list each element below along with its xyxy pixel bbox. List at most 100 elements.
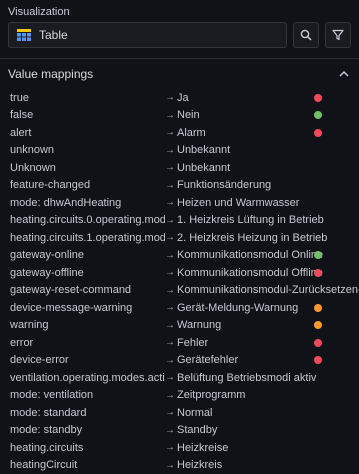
visualization-section: Visualization Table xyxy=(0,0,359,58)
arrow-right-icon: → xyxy=(165,355,177,366)
mapping-row: heating.circuits.0.operating.modes.activ… xyxy=(10,212,359,230)
mapping-row: mode: standby→Standby xyxy=(10,422,359,440)
mapping-to: Alarm xyxy=(177,127,359,139)
mapping-to: Fehler xyxy=(177,337,359,349)
mapping-to: Kommunikationsmodul-Zurücksetzen-Befehl xyxy=(177,284,359,296)
mapping-from: ventilation.operating.modes.active xyxy=(10,372,165,384)
arrow-right-icon: → xyxy=(165,302,177,313)
mapping-to: Ja xyxy=(177,92,359,104)
arrow-right-icon: → xyxy=(165,407,177,418)
arrow-right-icon: → xyxy=(165,197,177,208)
table-icon xyxy=(17,29,31,41)
color-indicator[interactable] xyxy=(314,304,322,312)
mapping-row: heatingCircuit→Heizkreis xyxy=(10,457,359,474)
arrow-right-icon: → xyxy=(165,250,177,261)
filter-button[interactable] xyxy=(325,22,351,48)
arrow-right-icon: → xyxy=(165,425,177,436)
arrow-right-icon: → xyxy=(165,460,177,471)
mapping-from: mode: dhwAndHeating xyxy=(10,197,165,209)
mapping-to: Normal xyxy=(177,407,359,419)
search-icon xyxy=(300,29,312,41)
visualization-row: Table xyxy=(8,22,351,48)
mapping-row: alert→Alarm xyxy=(10,124,359,142)
search-button[interactable] xyxy=(293,22,319,48)
mapping-to: Heizkreis xyxy=(177,459,359,471)
mapping-to: Standby xyxy=(177,424,359,436)
mapping-to: Heizkreise xyxy=(177,442,359,454)
mapping-to: Unbekannt xyxy=(177,144,359,156)
mapping-row: true→Ja xyxy=(10,89,359,107)
mapping-row: device-message-warning→Gerät-Meldung-War… xyxy=(10,299,359,317)
mapping-from: device-error xyxy=(10,354,165,366)
mapping-row: error→Fehler xyxy=(10,334,359,352)
mapping-row: mode: standard→Normal xyxy=(10,404,359,422)
mapping-row: heating.circuits→Heizkreise xyxy=(10,439,359,457)
color-indicator[interactable] xyxy=(314,269,322,277)
arrow-right-icon: → xyxy=(165,162,177,173)
color-indicator[interactable] xyxy=(314,339,322,347)
mapping-to: Nein xyxy=(177,109,359,121)
mapping-from: mode: standby xyxy=(10,424,165,436)
visualization-label: Visualization xyxy=(8,5,351,19)
mapping-to: Gerätefehler xyxy=(177,354,359,366)
mapping-from: alert xyxy=(10,127,165,139)
visualization-picker[interactable]: Table xyxy=(8,22,287,48)
mapping-row: gateway-offline→Kommunikationsmodul Offl… xyxy=(10,264,359,282)
arrow-right-icon: → xyxy=(165,145,177,156)
arrow-right-icon: → xyxy=(165,180,177,191)
arrow-right-icon: → xyxy=(165,390,177,401)
mapping-row: Unknown→Unbekannt xyxy=(10,159,359,177)
mapping-to: Belüftung Betriebsmodi aktiv xyxy=(177,372,359,384)
mapping-to: Unbekannt xyxy=(177,162,359,174)
mapping-row: warning→Warnung xyxy=(10,317,359,335)
arrow-right-icon: → xyxy=(165,215,177,226)
value-mappings-title: Value mappings xyxy=(8,67,93,81)
mapping-to: 2. Heizkreis Heizung in Betrieb xyxy=(177,232,359,244)
mapping-from: false xyxy=(10,109,165,121)
visualization-selected: Table xyxy=(39,28,68,42)
mapping-from: gateway-online xyxy=(10,249,165,261)
mapping-from: mode: standard xyxy=(10,407,165,419)
mapping-from: unknown xyxy=(10,144,165,156)
mapping-row: gateway-reset-command→Kommunikationsmodu… xyxy=(10,282,359,300)
mapping-from: mode: ventilation xyxy=(10,389,165,401)
mapping-row: false→Nein xyxy=(10,107,359,125)
mapping-from: gateway-offline xyxy=(10,267,165,279)
arrow-right-icon: → xyxy=(165,267,177,278)
mapping-to: Zeitprogramm xyxy=(177,389,359,401)
mapping-from: gateway-reset-command xyxy=(10,284,165,296)
arrow-right-icon: → xyxy=(165,337,177,348)
mapping-row: mode: ventilation→Zeitprogramm xyxy=(10,387,359,405)
mapping-to: Warnung xyxy=(177,319,359,331)
mapping-to: Gerät-Meldung-Warnung xyxy=(177,302,359,314)
arrow-right-icon: → xyxy=(165,320,177,331)
filter-icon xyxy=(332,29,344,41)
arrow-right-icon: → xyxy=(165,372,177,383)
mapping-to: Kommunikationsmodul Offline xyxy=(177,267,359,279)
mapping-from: feature-changed xyxy=(10,179,165,191)
mapping-from: heating.circuits.1.operating.modes.activ… xyxy=(10,232,165,244)
mapping-from: heating.circuits xyxy=(10,442,165,454)
mapping-row: ventilation.operating.modes.active→Belüf… xyxy=(10,369,359,387)
mapping-from: warning xyxy=(10,319,165,331)
arrow-right-icon: → xyxy=(165,92,177,103)
mapping-from: heating.circuits.0.operating.modes.activ… xyxy=(10,214,165,226)
color-indicator[interactable] xyxy=(314,94,322,102)
value-mappings-header[interactable]: Value mappings xyxy=(0,59,359,89)
arrow-right-icon: → xyxy=(165,110,177,121)
arrow-right-icon: → xyxy=(165,285,177,296)
mapping-row: unknown→Unbekannt xyxy=(10,142,359,160)
mapping-from: error xyxy=(10,337,165,349)
color-indicator[interactable] xyxy=(314,129,322,137)
mapping-from: device-message-warning xyxy=(10,302,165,314)
mapping-to: Funktionsänderung xyxy=(177,179,359,191)
mapping-row: heating.circuits.1.operating.modes.activ… xyxy=(10,229,359,247)
mapping-row: mode: dhwAndHeating→Heizen und Warmwasse… xyxy=(10,194,359,212)
chevron-up-icon xyxy=(339,70,349,78)
arrow-right-icon: → xyxy=(165,232,177,243)
mapping-to: 1. Heizkreis Lüftung in Betrieb xyxy=(177,214,359,226)
mapping-row: device-error→Gerätefehler xyxy=(10,352,359,370)
mapping-row: feature-changed→Funktionsänderung xyxy=(10,177,359,195)
mapping-row: gateway-online→Kommunikationsmodul Onlin… xyxy=(10,247,359,265)
mapping-from: Unknown xyxy=(10,162,165,174)
